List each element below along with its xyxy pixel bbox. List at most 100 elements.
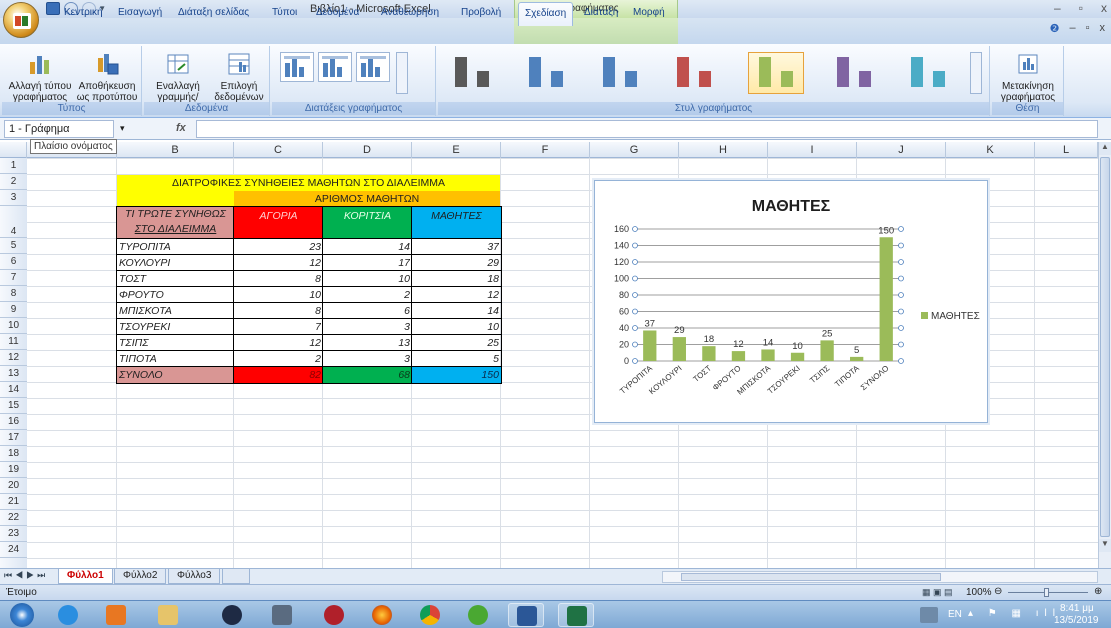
legend-label[interactable]: ΜΑΘΗΤΕΣ: [931, 311, 980, 322]
tab-review[interactable]: Αναθεώρηση: [381, 7, 439, 18]
chart-style-4[interactable]: [666, 52, 722, 94]
row-header[interactable]: 12: [0, 350, 27, 366]
start-button[interactable]: [4, 603, 40, 627]
row-header[interactable]: 2: [0, 174, 27, 190]
row-header[interactable]: 23: [0, 526, 27, 542]
tab-home[interactable]: Κεντρική: [64, 7, 103, 18]
chart-layout-1[interactable]: [280, 52, 314, 82]
move-chart-button[interactable]: Μετακίνηση γραφήματος: [996, 52, 1060, 103]
taskbar-firefox[interactable]: [364, 603, 400, 627]
row-header[interactable]: 21: [0, 494, 27, 510]
row-header[interactable]: 4: [0, 206, 27, 238]
chart-title[interactable]: ΜΑΘΗΤΕΣ: [752, 198, 831, 215]
row-header[interactable]: 20: [0, 478, 27, 494]
chart-bar[interactable]: [879, 237, 893, 361]
row-header[interactable]: 9: [0, 302, 27, 318]
restore-icon[interactable]: ▫: [1079, 1, 1083, 15]
row-header[interactable]: 6: [0, 254, 27, 270]
taskbar-explorer[interactable]: [150, 603, 186, 627]
select-all-corner[interactable]: [0, 142, 27, 158]
taskbar-utorrent[interactable]: [460, 603, 496, 627]
tab-data[interactable]: Δεδομένα: [316, 7, 359, 18]
tab-insert[interactable]: Εισαγωγή: [118, 7, 162, 18]
chart-bar[interactable]: [850, 356, 864, 361]
chart-style-3[interactable]: [592, 52, 648, 94]
language-indicator[interactable]: EN: [948, 609, 962, 620]
chart-style-2[interactable]: [518, 52, 574, 94]
chart-data-labels[interactable]: 37 29 18 12 14 10 25 5 150: [644, 225, 894, 356]
taskbar-app3[interactable]: [316, 603, 352, 627]
row-header[interactable]: 7: [0, 270, 27, 286]
row-header[interactable]: 14: [0, 382, 27, 398]
chart-bar[interactable]: [731, 351, 746, 361]
chart-style-1[interactable]: [444, 52, 500, 94]
sheet-tab[interactable]: Φύλλο3: [168, 569, 221, 584]
layouts-gallery-scroll[interactable]: [396, 52, 408, 94]
sheet-title-cell[interactable]: ΔΙΑΤΡΟΦΙΚΕΣ ΣΥΝΗΘΕΙΕΣ ΜΑΘΗΤΩΝ ΣΤΟ ΔΙΑΛΕΙ…: [117, 175, 500, 191]
clock-date[interactable]: 13/5/2019: [1054, 615, 1099, 626]
row-header[interactable]: 10: [0, 318, 27, 334]
column-header[interactable]: L: [1035, 142, 1098, 158]
column-header[interactable]: K: [946, 142, 1035, 158]
tab-design[interactable]: Σχεδίαση: [518, 2, 574, 26]
doc-restore-icon[interactable]: ▫: [1086, 22, 1090, 35]
row-header[interactable]: 18: [0, 446, 27, 462]
row-header[interactable]: 1: [0, 158, 27, 174]
horizontal-scrollbar[interactable]: [662, 571, 1098, 583]
fx-icon[interactable]: fx: [176, 122, 186, 134]
chart-bar[interactable]: [702, 346, 716, 361]
row-header[interactable]: 24: [0, 542, 27, 558]
row-header[interactable]: 3: [0, 190, 27, 206]
taskbar-media[interactable]: [98, 603, 134, 627]
taskbar-app2[interactable]: [264, 603, 300, 627]
help-icon[interactable]: ❷: [1050, 22, 1060, 35]
chart-bar[interactable]: [643, 330, 657, 361]
name-box-dropdown-icon[interactable]: ▾: [120, 123, 125, 134]
chart-bar[interactable]: [790, 352, 805, 361]
sheet-tab[interactable]: Φύλλο1: [58, 569, 113, 584]
hscroll-thumb[interactable]: [681, 573, 941, 581]
select-data-button[interactable]: Επιλογή δεδομένων: [210, 52, 268, 103]
taskbar-ie[interactable]: [50, 603, 86, 627]
office-button[interactable]: [3, 2, 39, 38]
column-header[interactable]: F: [501, 142, 590, 158]
row-header[interactable]: 11: [0, 334, 27, 350]
column-header[interactable]: B: [117, 142, 234, 158]
tab-view[interactable]: Προβολή: [461, 7, 501, 18]
scroll-up-icon[interactable]: ▲: [1099, 142, 1111, 155]
chart-bar[interactable]: [761, 349, 775, 361]
save-icon[interactable]: [46, 2, 60, 15]
column-header[interactable]: C: [234, 142, 323, 158]
taskbar-word[interactable]: [508, 603, 544, 627]
column-chart[interactable]: ΜΑΘΗΤΕΣ 0 20 40 60 80 100 120 140 160 37 29 18 12 14…: [595, 181, 987, 422]
tab-format[interactable]: Μορφή: [633, 7, 665, 18]
column-header[interactable]: I: [768, 142, 857, 158]
row-header[interactable]: 8: [0, 286, 27, 302]
sheet-tab[interactable]: Φύλλο2: [114, 569, 167, 584]
row-header[interactable]: 15: [0, 398, 27, 414]
row-header[interactable]: 16: [0, 414, 27, 430]
view-buttons[interactable]: ▦ ▣ ▤: [922, 587, 953, 598]
tray-pen-icon[interactable]: [920, 607, 938, 623]
tab-formulas[interactable]: Τύποι: [272, 7, 297, 18]
chart-style-7[interactable]: [900, 52, 956, 94]
styles-gallery-scroll[interactable]: [970, 52, 982, 94]
doc-close-icon[interactable]: x: [1100, 22, 1106, 35]
row-header[interactable]: 17: [0, 430, 27, 446]
taskbar-app1[interactable]: [214, 603, 250, 627]
vertical-scrollbar[interactable]: ▲ ▼: [1098, 142, 1111, 572]
close-icon[interactable]: x: [1101, 1, 1107, 15]
scroll-thumb[interactable]: [1100, 157, 1110, 537]
minimize-icon[interactable]: –: [1054, 1, 1061, 15]
row-header[interactable]: 19: [0, 462, 27, 478]
change-chart-type-button[interactable]: Αλλαγή τύπου γραφήματος: [8, 52, 72, 103]
insert-sheet-icon[interactable]: [222, 569, 250, 584]
zoom-slider-thumb[interactable]: [1044, 588, 1049, 597]
chart-style-6[interactable]: [826, 52, 882, 94]
tray-icons[interactable]: ▴ ⚑ ▦ ıll: [968, 608, 1061, 619]
taskbar-excel[interactable]: [558, 603, 594, 627]
zoom-in-icon[interactable]: ⊕: [1094, 586, 1102, 597]
save-as-template-button[interactable]: Αποθήκευση ως προτύπου: [76, 52, 138, 103]
name-box[interactable]: 1 - Γράφημα: [4, 120, 114, 138]
column-header[interactable]: G: [590, 142, 679, 158]
